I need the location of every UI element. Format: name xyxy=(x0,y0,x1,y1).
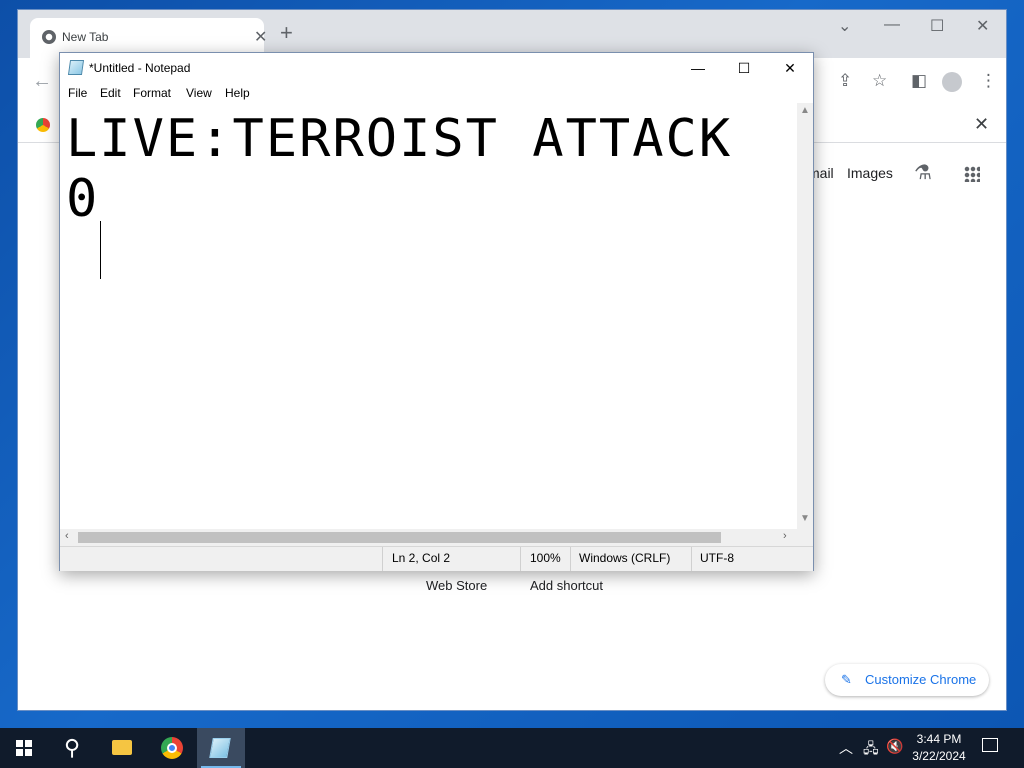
notepad-title: *Untitled - Notepad xyxy=(89,61,191,75)
menu-format[interactable]: Format xyxy=(133,86,171,100)
resize-grip[interactable] xyxy=(797,529,813,546)
notepad-menubar: File Edit Format View Help xyxy=(60,83,813,103)
tray-chevron-icon[interactable]: ︿ xyxy=(839,738,853,758)
notepad-taskbar-icon[interactable] xyxy=(197,728,245,768)
scroll-right-icon[interactable]: › xyxy=(783,530,787,542)
status-divider xyxy=(520,547,521,571)
images-link[interactable]: Images xyxy=(847,165,893,181)
chrome-taskbar-icon[interactable] xyxy=(148,728,196,768)
horizontal-scrollbar[interactable]: ‹ › xyxy=(60,529,797,546)
text-caret xyxy=(100,221,101,279)
status-divider xyxy=(691,547,692,571)
text-line-1: LIVE:TERROIST ATTACK xyxy=(66,109,733,169)
file-explorer-icon[interactable] xyxy=(98,728,146,768)
windows-logo-icon xyxy=(16,749,23,756)
notification-icon[interactable] xyxy=(982,738,998,752)
text-line-2: 0 xyxy=(66,169,100,229)
chrome-minimize-button[interactable]: — xyxy=(884,16,900,34)
chrome-center-icon xyxy=(167,743,177,753)
customize-chrome-label: Customize Chrome xyxy=(865,672,977,687)
new-tab-button[interactable]: + xyxy=(280,22,293,44)
shortcut-web-store[interactable]: Web Store xyxy=(426,578,487,593)
volume-muted-icon[interactable]: 🔇 xyxy=(886,738,903,755)
menu-help[interactable]: Help xyxy=(225,86,250,100)
notepad-maximize-button[interactable]: ☐ xyxy=(721,53,767,83)
menu-file[interactable]: File xyxy=(68,86,87,100)
chrome-logo-icon xyxy=(36,118,50,132)
customize-chrome-button[interactable]: ✎ Customize Chrome xyxy=(825,664,989,696)
status-line-ending: Windows (CRLF) xyxy=(579,551,671,565)
shortcut-add[interactable]: Add shortcut xyxy=(530,578,603,593)
notepad-close-button[interactable]: ✕ xyxy=(767,53,813,83)
notepad-titlebar[interactable]: *Untitled - Notepad — ☐ ✕ xyxy=(60,53,813,83)
clock-date: 3/22/2024 xyxy=(912,749,966,763)
infobar-close-icon[interactable]: ✕ xyxy=(974,114,989,135)
chrome-close-button[interactable]: ✕ xyxy=(976,16,989,36)
close-tab-icon[interactable]: ✕ xyxy=(254,27,267,47)
profile-avatar[interactable] xyxy=(942,72,962,92)
tab-title: New Tab xyxy=(62,30,109,44)
system-clock[interactable]: 3:44 PM 3/22/2024 xyxy=(905,731,973,765)
labs-flask-icon[interactable]: ⚗ xyxy=(914,160,932,185)
search-icon[interactable]: ⚲ xyxy=(48,728,96,768)
status-divider xyxy=(382,547,383,571)
notepad-minimize-button[interactable]: — xyxy=(675,53,721,83)
share-icon[interactable]: ⇪ xyxy=(838,71,852,91)
status-zoom: 100% xyxy=(530,551,561,565)
status-position: Ln 2, Col 2 xyxy=(392,551,451,565)
taskbar: ⚲ ︿ 🖧 🔇 3:44 PM 3/22/2024 xyxy=(0,728,1024,768)
folder-icon xyxy=(112,740,132,755)
back-arrow-icon[interactable]: ← xyxy=(32,70,52,93)
notepad-window: *Untitled - Notepad — ☐ ✕ File Edit Form… xyxy=(59,52,814,571)
menu-edit[interactable]: Edit xyxy=(100,86,121,100)
notepad-app-icon xyxy=(67,60,85,75)
clock-time: 3:44 PM xyxy=(916,732,962,746)
google-apps-icon[interactable] xyxy=(964,166,980,182)
chrome-menu-icon[interactable]: ⋮ xyxy=(980,71,997,91)
pencil-icon: ✎ xyxy=(841,672,852,687)
bookmark-star-icon[interactable]: ☆ xyxy=(872,71,887,91)
scroll-up-icon[interactable]: ▲ xyxy=(800,105,810,116)
scroll-left-icon[interactable]: ‹ xyxy=(65,530,69,542)
side-panel-icon[interactable]: ◧ xyxy=(911,71,927,91)
windows-logo-icon xyxy=(25,749,32,756)
chrome-maximize-button[interactable]: ☐ xyxy=(930,16,944,36)
status-encoding: UTF-8 xyxy=(700,551,734,565)
windows-logo-icon xyxy=(16,740,23,747)
tab-search-chevron-icon[interactable]: ⌄ xyxy=(838,16,851,36)
chrome-favicon-icon xyxy=(42,30,56,44)
start-button[interactable] xyxy=(0,728,48,768)
status-divider xyxy=(570,547,571,571)
scroll-down-icon[interactable]: ▼ xyxy=(800,513,810,524)
notepad-icon xyxy=(209,738,231,758)
chrome-tabstrip: New Tab ✕ + ⌄ — ☐ ✕ xyxy=(18,10,1006,58)
notepad-text-area[interactable]: LIVE:TERROIST ATTACK 0 xyxy=(60,103,797,529)
menu-view[interactable]: View xyxy=(186,86,212,100)
windows-logo-icon xyxy=(25,740,32,747)
notepad-statusbar: Ln 2, Col 2 100% Windows (CRLF) UTF-8 xyxy=(60,546,813,571)
horizontal-scroll-thumb[interactable] xyxy=(78,532,721,543)
network-icon[interactable]: 🖧 xyxy=(863,738,879,762)
vertical-scrollbar[interactable]: ▲ ▼ xyxy=(797,103,813,529)
